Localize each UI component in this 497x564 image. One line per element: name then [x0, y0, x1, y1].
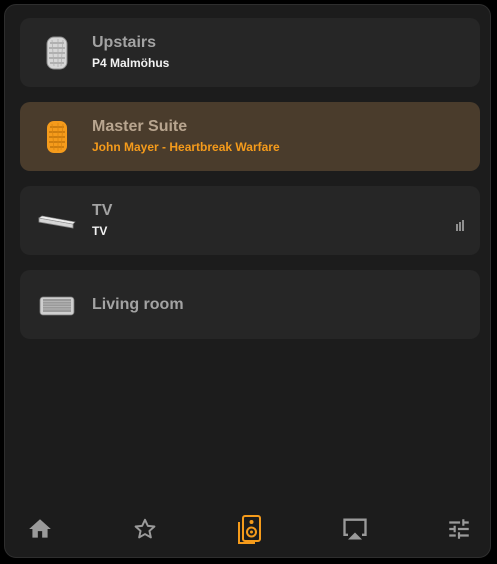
nav-home[interactable] — [20, 513, 60, 545]
now-playing: John Mayer - Heartbreak Warfare — [92, 140, 280, 154]
speaker-card-master-suite[interactable]: Master Suite John Mayer - Heartbreak War… — [20, 102, 480, 171]
speaker-name: Master Suite — [92, 118, 188, 135]
speaker-name: Upstairs — [92, 34, 157, 51]
speaker-round-icon — [47, 121, 67, 153]
speaker-card-tv[interactable]: TV TV — [20, 186, 480, 255]
airplay-icon — [343, 518, 367, 540]
nav-speakers[interactable] — [230, 513, 270, 545]
home-icon — [29, 519, 51, 538]
speaker-card-upstairs[interactable]: Upstairs P4 Malmöhus — [20, 18, 480, 87]
speaker-card-living-room[interactable]: Living room — [20, 270, 480, 339]
soundbar-icon — [38, 215, 76, 229]
speaker-round-icon — [46, 36, 68, 70]
now-playing: TV — [92, 224, 108, 238]
speaker-panel: Upstairs P4 Malmöhus Master Suite John M… — [4, 4, 491, 558]
volume-bars-icon — [456, 220, 464, 231]
nav-settings[interactable] — [439, 513, 479, 545]
bottom-navigation — [5, 507, 490, 551]
speaker-icon — [238, 515, 261, 544]
now-playing: P4 Malmöhus — [92, 56, 170, 70]
sliders-icon — [449, 519, 469, 539]
speaker-name: Living room — [92, 296, 184, 313]
star-icon — [134, 518, 156, 539]
speaker-box-icon — [39, 296, 75, 316]
speaker-name: TV — [92, 202, 113, 219]
nav-favorites[interactable] — [125, 513, 165, 545]
nav-airplay[interactable] — [335, 513, 375, 545]
